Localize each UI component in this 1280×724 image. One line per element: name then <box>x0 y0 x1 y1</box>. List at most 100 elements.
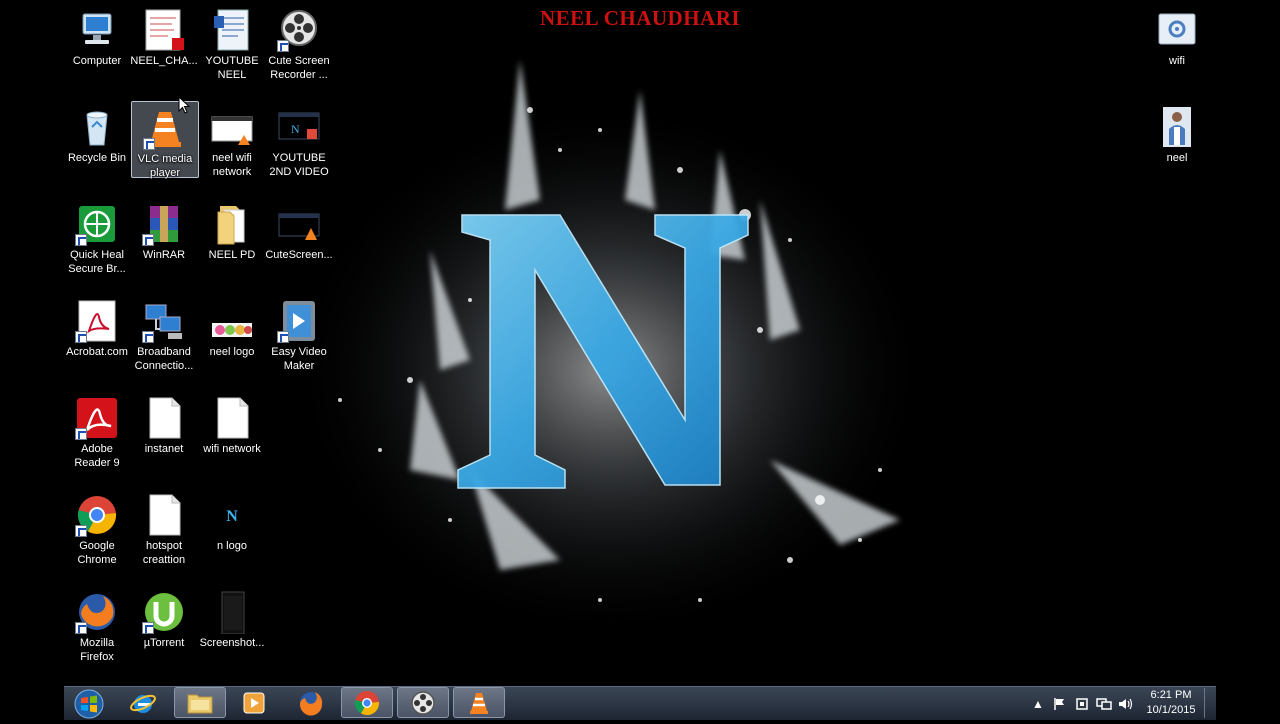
document-file-icon <box>210 8 254 52</box>
taskbar-chrome[interactable] <box>341 687 393 718</box>
winrar-icon <box>142 202 186 246</box>
desktop-icon-label: hotspot creattion <box>142 540 186 566</box>
device-icon[interactable] <box>1074 696 1090 712</box>
start-button[interactable] <box>70 689 108 719</box>
desktop-icon-label: Acrobat.com <box>66 346 128 358</box>
desktop-icon-instanet[interactable]: instanet <box>130 392 198 457</box>
n-logo-image-icon: N <box>210 493 254 537</box>
firefox-icon <box>299 691 323 716</box>
desktop-icon-neel-pd[interactable]: NEEL PD <box>198 198 266 263</box>
desktop-icon-label: Computer <box>72 55 122 67</box>
desktop-icon-recycle-bin[interactable]: Recycle Bin <box>63 101 131 166</box>
action-center-flag-icon[interactable] <box>1052 696 1068 712</box>
shortcut-arrow-icon <box>75 331 87 343</box>
desktop-icon-cute-screen-recorder[interactable]: Cute Screen Recorder ... <box>265 4 333 82</box>
desktop-icon-label: wifi network <box>203 443 261 455</box>
show-hidden-icons-chevron-icon[interactable]: ▲ <box>1030 696 1046 712</box>
show-desktop-button[interactable] <box>1204 688 1215 718</box>
desktop-icon-neel-wifi-network[interactable]: neel wifi network <box>198 101 266 179</box>
desktop-icon-winrar[interactable]: WinRAR <box>130 198 198 263</box>
taskbar-file-explorer[interactable] <box>174 687 226 718</box>
desktop-icon-neel[interactable]: neel <box>1143 101 1211 166</box>
desktop-icon-label: Broadband Connectio... <box>134 346 194 372</box>
desktop-icon-broadband-connection[interactable]: Broadband Connectio... <box>130 295 198 373</box>
desktop-icon-mozilla-firefox[interactable]: Mozilla Firefox <box>63 586 131 664</box>
shortcut-arrow-icon <box>143 138 155 150</box>
desktop-icon-label: Recycle Bin <box>67 152 127 164</box>
shortcut-arrow-icon <box>75 622 87 634</box>
taskbar-internet-explorer[interactable] <box>117 687 169 718</box>
text-file-icon <box>142 493 186 537</box>
desktop-icon-label: NEEL PD <box>208 249 256 261</box>
shortcut-arrow-icon <box>277 40 289 52</box>
desktop-icon-google-chrome[interactable]: Google Chrome <box>63 489 131 567</box>
shortcut-arrow-icon <box>142 234 154 246</box>
volume-icon[interactable] <box>1118 696 1134 712</box>
desktop-icon-label: Adobe Reader 9 <box>74 443 120 469</box>
shortcut-arrow-icon <box>277 331 289 343</box>
vlc-icon <box>470 692 488 714</box>
svg-text:N: N <box>226 508 238 525</box>
desktop-icon-neel-logo[interactable]: neel logo <box>198 295 266 360</box>
desktop-icon-n-logo[interactable]: N n logo <box>198 489 266 554</box>
settings-window-icon <box>1155 8 1199 52</box>
utorrent-icon <box>142 590 186 634</box>
image-file-icon <box>210 590 254 635</box>
desktop-icon-label: µTorrent <box>143 637 185 649</box>
shortcut-arrow-icon <box>75 234 87 246</box>
desktop-icon-label: wifi <box>1169 55 1185 67</box>
file-explorer-icon <box>187 694 213 713</box>
video-file-icon <box>277 202 321 246</box>
desktop-icon-label: n logo <box>217 540 247 552</box>
media-player-icon <box>243 692 265 713</box>
desktop[interactable]: NEEL CHAUDHARI Computer Recycle Bin Quic… <box>0 0 1280 686</box>
desktop-icon-screenshot[interactable]: Screenshot... <box>198 586 266 651</box>
desktop-icon-acrobat-com[interactable]: Acrobat.com <box>63 295 131 360</box>
taskbar-clock[interactable]: 6:21 PM 10/1/2015 <box>1140 688 1202 718</box>
film-reel-icon <box>277 8 321 52</box>
desktop-icon-label: CuteScreen... <box>265 249 333 261</box>
taskbar-media-player[interactable] <box>228 687 280 718</box>
adobe-reader-icon <box>75 396 119 440</box>
desktop-icon-cutescreen-video[interactable]: CuteScreen... <box>265 198 333 263</box>
desktop-icon-hotspot-creattion[interactable]: hotspot creattion <box>130 489 198 567</box>
desktop-icon-label: neel logo <box>209 346 255 358</box>
easy-video-maker-icon <box>277 299 321 343</box>
desktop-icon-label: NEEL_CHA... <box>130 55 198 67</box>
firefox-icon <box>75 590 119 634</box>
desktop-icon-easy-video-maker[interactable]: Easy Video Maker <box>265 295 333 373</box>
desktop-icon-label: neel wifi network <box>212 152 252 178</box>
desktop-icon-label: neel <box>1166 152 1188 164</box>
desktop-icon-computer[interactable]: Computer <box>63 4 131 69</box>
wallpaper-title: NEEL CHAUDHARI <box>539 6 741 30</box>
internet-explorer-icon <box>130 694 156 713</box>
network-icon[interactable] <box>1096 696 1112 712</box>
taskbar-firefox[interactable] <box>285 687 337 718</box>
desktop-icon-wifi[interactable]: wifi <box>1143 4 1211 69</box>
desktop-icon-neel-cha-pdf[interactable]: NEEL_CHA... <box>130 4 198 69</box>
desktop-icon-youtube-2nd-video[interactable]: N YOUTUBE 2ND VIDEO <box>265 101 333 179</box>
clock-date: 10/1/2015 <box>1146 704 1196 716</box>
text-file-icon <box>142 396 186 440</box>
desktop-icon-label: Cute Screen Recorder ... <box>268 55 330 81</box>
desktop-icon-label: VLC media player <box>137 153 193 179</box>
desktop-icon-label: Easy Video Maker <box>271 346 327 372</box>
video-file-icon: N <box>277 105 321 149</box>
desktop-icon-adobe-reader[interactable]: Adobe Reader 9 <box>63 392 131 470</box>
system-tray: ▲ <box>1030 690 1134 718</box>
desktop-icon-label: YOUTUBE NEEL <box>205 55 259 81</box>
desktop-icon-utorrent[interactable]: µTorrent <box>130 586 198 651</box>
taskbar-vlc[interactable] <box>453 687 505 718</box>
acrobat-com-icon <box>75 299 119 343</box>
chrome-icon <box>354 690 380 715</box>
pdf-file-icon <box>142 8 186 52</box>
folder-icon <box>210 202 254 246</box>
desktop-icon-wifi-network[interactable]: wifi network <box>198 392 266 457</box>
desktop-icon-quick-heal[interactable]: Quick Heal Secure Br... <box>63 198 131 276</box>
photo-file-icon <box>1155 105 1199 149</box>
desktop-icon-youtube-neel[interactable]: YOUTUBE NEEL <box>198 4 266 82</box>
shortcut-arrow-icon <box>142 331 154 343</box>
shortcut-arrow-icon <box>75 525 87 537</box>
computer-icon <box>75 8 119 52</box>
taskbar-cute-screen-recorder[interactable] <box>397 687 449 718</box>
